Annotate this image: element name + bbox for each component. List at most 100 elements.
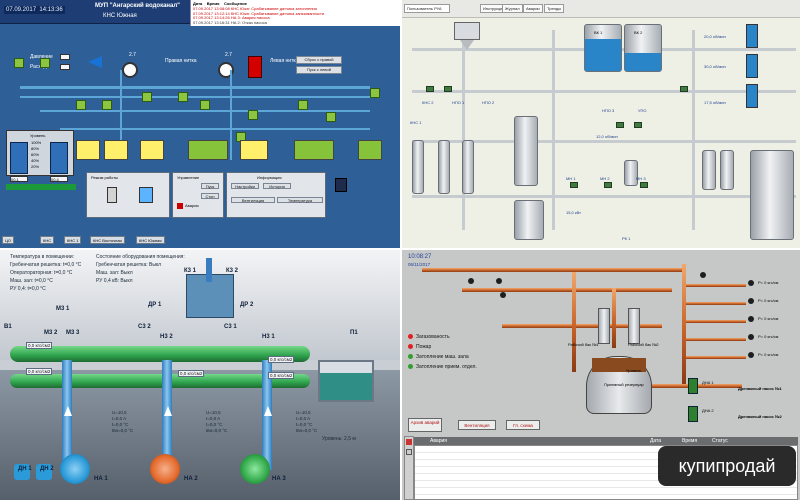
vessel-vk2[interactable] [624, 24, 662, 72]
pipe [20, 96, 370, 98]
flow-field-left [60, 64, 70, 70]
valve-icon[interactable] [748, 334, 754, 340]
drain-pump-1[interactable] [688, 378, 698, 394]
valve-red-icon[interactable] [248, 56, 262, 78]
temperature-button[interactable]: Температура [277, 197, 323, 203]
grid-side-toolbar [404, 436, 414, 500]
valve-icon[interactable] [748, 352, 754, 358]
valve-icon[interactable] [604, 182, 612, 188]
valve-icon[interactable] [570, 182, 578, 188]
pump-unit[interactable] [188, 140, 228, 160]
vessel-vk8[interactable] [702, 150, 716, 190]
pump-motor-na1[interactable] [60, 454, 90, 484]
equipment-label: ДН 1 [18, 466, 32, 472]
ventilation-button[interactable]: Вентиляция [231, 197, 275, 203]
tab-kns[interactable]: КНС [40, 236, 55, 244]
stop-button[interactable]: Стоп [201, 193, 219, 199]
reading-label: 17,5 об/мин [704, 100, 726, 105]
journal-button[interactable]: Журнал [502, 4, 523, 13]
column-header[interactable]: Время [682, 438, 697, 444]
alarm-log[interactable]: Дата Время Сообщение 07.09.2017 13:08:08… [190, 0, 400, 26]
switch-icon[interactable] [139, 187, 153, 203]
column-header[interactable]: Дата [650, 438, 661, 444]
separator-tank-1[interactable] [598, 308, 610, 344]
tank-scale: 20% [31, 164, 40, 169]
start-left-button[interactable]: Пуск с левой [296, 66, 342, 74]
user-field[interactable]: Пользователь РУА [404, 4, 450, 13]
column-header[interactable]: Статус [712, 438, 728, 444]
vessel-vk1[interactable] [584, 24, 622, 72]
vessel-small[interactable] [746, 54, 758, 78]
pump-motor-na2[interactable] [150, 454, 180, 484]
valve-icon[interactable] [426, 86, 434, 92]
valve-icon[interactable] [640, 182, 648, 188]
vessel-vk5[interactable] [462, 140, 474, 194]
filter-icon[interactable] [406, 439, 412, 445]
pump-icon[interactable] [326, 112, 336, 122]
valve-icon[interactable] [748, 316, 754, 322]
pump-icon[interactable] [248, 110, 258, 120]
valve-icon[interactable] [616, 122, 624, 128]
drain-pump-icon[interactable] [335, 178, 347, 192]
pump-icon[interactable] [76, 100, 86, 110]
alarm-row[interactable]: 07.09.2017 13:16:31 НА 2: Отказ насоса [193, 20, 267, 25]
pipe [686, 302, 746, 305]
pump-icon[interactable] [200, 100, 210, 110]
pump-unit[interactable] [104, 140, 128, 160]
tab-kns1[interactable]: КНС 1 [64, 236, 82, 244]
pump-motor-na3[interactable] [240, 454, 270, 484]
valve-icon[interactable] [634, 122, 642, 128]
pump-icon[interactable] [370, 88, 380, 98]
pump-unit[interactable] [294, 140, 334, 160]
valve-icon[interactable] [496, 278, 502, 284]
valve-icon[interactable] [468, 278, 474, 284]
ventilation-button[interactable]: Вентиляция [458, 420, 496, 430]
vessel-small[interactable] [746, 84, 758, 108]
separator-tank-2[interactable] [628, 308, 640, 344]
pump-unit[interactable] [358, 140, 382, 160]
valve-icon[interactable] [444, 86, 452, 92]
pump-icon[interactable] [178, 92, 188, 102]
tab-kns-east[interactable]: КНС Восточная [90, 236, 125, 244]
vessel-vk7[interactable] [514, 200, 544, 240]
valve-icon[interactable] [500, 292, 506, 298]
pump-icon[interactable] [298, 100, 308, 110]
valve-icon[interactable] [680, 86, 688, 92]
alarms-button[interactable]: Аварии [523, 4, 543, 13]
settings-button[interactable]: Настройки [231, 183, 259, 189]
pipe [686, 356, 746, 359]
arrow-left-icon [88, 56, 102, 68]
pump-icon[interactable] [14, 58, 24, 68]
vessel[interactable] [624, 160, 638, 186]
pump-unit[interactable] [76, 140, 100, 160]
start-button[interactable]: Пуск [201, 183, 219, 189]
vessel-vk6[interactable] [514, 116, 538, 186]
history-button[interactable]: История [263, 183, 291, 189]
reset-right-button[interactable]: Сброс с правой [296, 56, 342, 64]
pump-icon[interactable] [102, 100, 112, 110]
pump-unit[interactable] [140, 140, 164, 160]
vessel-small[interactable] [746, 24, 758, 48]
alarm-archive-button[interactable]: Архив аварий [408, 418, 442, 432]
main-scheme-button[interactable]: Гл. схема [506, 420, 540, 430]
column-header[interactable]: Авария [430, 438, 447, 444]
vessel[interactable] [750, 150, 794, 240]
toolbar: Пользователь РУА Инструкции Журнал Авари… [402, 0, 800, 18]
valve-icon[interactable] [700, 272, 706, 278]
pump-icon[interactable] [142, 92, 152, 102]
reading-label: 20,0 об/мин [704, 34, 726, 39]
vessel[interactable] [720, 150, 734, 190]
tab-kns-south[interactable]: КНС Южная [136, 236, 165, 244]
pump-icon[interactable] [40, 58, 50, 68]
print-icon[interactable] [406, 449, 412, 455]
vessel-vk4[interactable] [438, 140, 450, 194]
right-line-label: Правая нитка [165, 58, 197, 64]
valve-icon[interactable] [748, 298, 754, 304]
valve-icon[interactable] [748, 280, 754, 286]
pump-unit[interactable] [240, 140, 268, 160]
switch-icon[interactable] [107, 187, 117, 203]
drain-pump-2[interactable] [688, 406, 698, 422]
vessel-vk3[interactable] [412, 140, 424, 194]
tab-co[interactable]: ЦО [2, 236, 14, 244]
trends-button[interactable]: Тренды [544, 4, 565, 13]
